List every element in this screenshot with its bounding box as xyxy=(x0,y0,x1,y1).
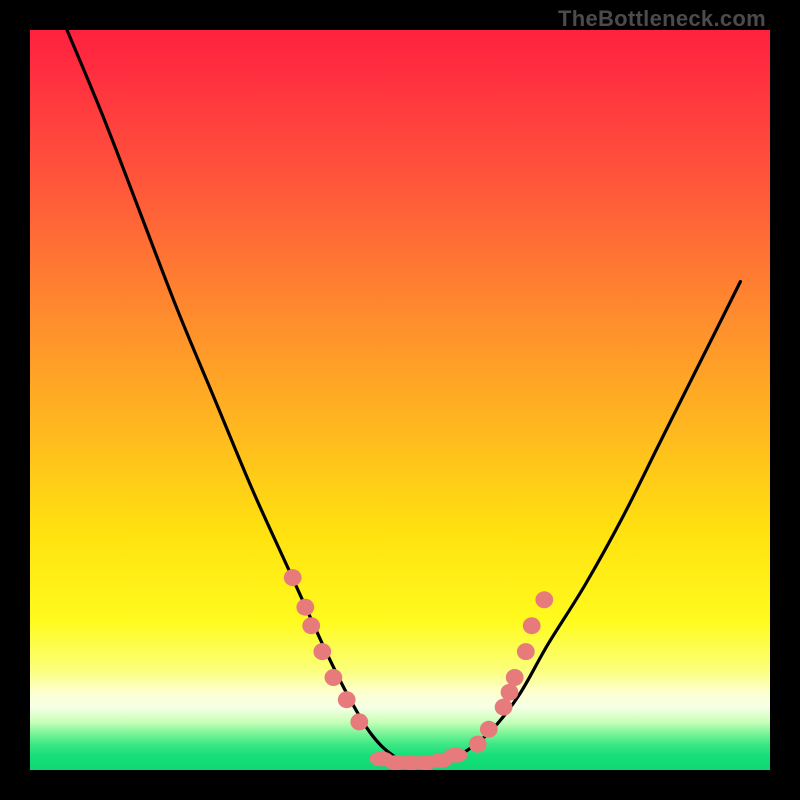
data-dot xyxy=(284,569,302,586)
data-dot xyxy=(444,748,468,763)
data-dot xyxy=(350,713,368,730)
watermark-text: TheBottleneck.com xyxy=(558,6,766,32)
data-dot xyxy=(523,617,541,634)
bottom-scatter-group xyxy=(370,748,468,770)
data-dot xyxy=(313,643,331,660)
data-dot xyxy=(495,699,513,716)
bottleneck-curve xyxy=(67,30,740,764)
plot-area xyxy=(30,30,770,770)
data-dot xyxy=(535,591,553,608)
data-dot xyxy=(480,721,498,738)
data-dot xyxy=(296,599,314,616)
data-dot xyxy=(506,669,524,686)
data-dot xyxy=(302,617,320,634)
data-dot xyxy=(325,669,343,686)
data-dot xyxy=(517,643,535,660)
right-scatter-group xyxy=(469,591,553,752)
data-dot xyxy=(338,691,356,708)
data-dot xyxy=(469,736,487,753)
data-dot xyxy=(501,684,519,701)
chart-frame: TheBottleneck.com xyxy=(0,0,800,800)
curve-svg xyxy=(30,30,770,770)
